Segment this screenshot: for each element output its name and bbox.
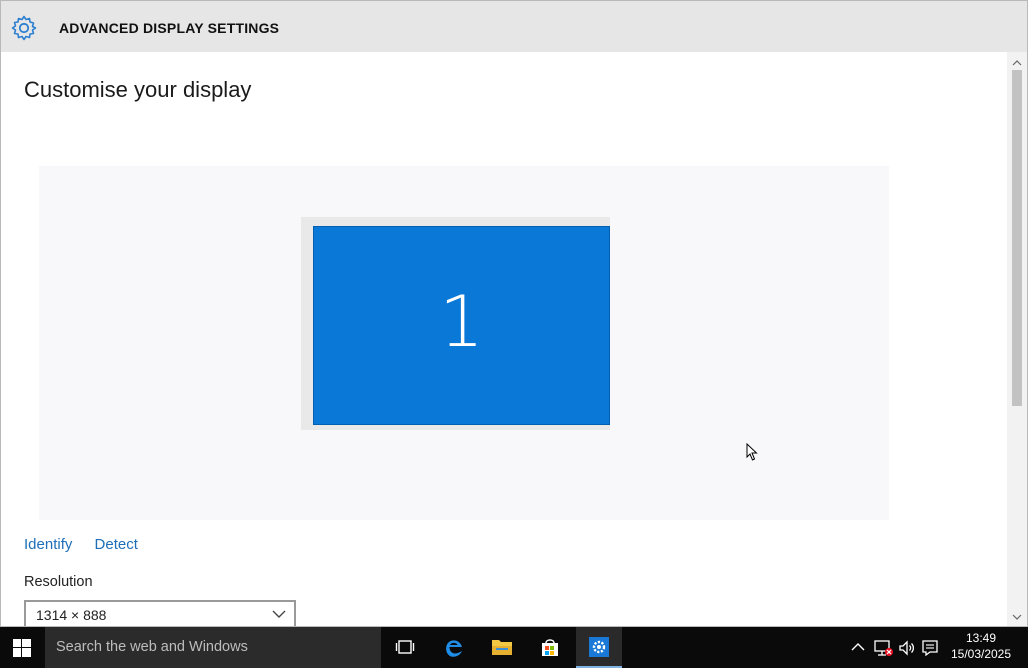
resolution-label: Resolution (24, 574, 93, 590)
file-explorer-icon (492, 640, 512, 655)
scroll-down-icon[interactable] (1012, 612, 1022, 622)
windows-logo-icon (13, 639, 31, 657)
clock-date: 15/03/2025 (950, 647, 1012, 661)
resolution-value: 1314 × 888 (36, 607, 107, 623)
settings-taskbar-button[interactable] (576, 627, 622, 668)
store-icon (542, 639, 558, 656)
task-view-button[interactable] (382, 627, 428, 668)
file-explorer-button[interactable] (478, 627, 524, 668)
identify-link[interactable]: Identify (24, 536, 72, 553)
monitor-number: 1 (439, 281, 484, 363)
taskbar: Search the web and Windows 13:49 15/03/2… (0, 627, 1028, 668)
edge-button[interactable] (430, 627, 476, 668)
gear-icon (11, 15, 37, 41)
settings-icon (589, 637, 609, 657)
clock-time: 13:49 (965, 631, 997, 645)
vertical-scrollbar[interactable] (1007, 52, 1027, 626)
search-placeholder: Search the web and Windows (56, 639, 248, 655)
display-settings-content: Customise your display 1 Identify Detect… (1, 52, 1007, 626)
detect-link[interactable]: Detect (95, 536, 138, 553)
start-button[interactable] (0, 627, 44, 668)
settings-window: ADVANCED DISPLAY SETTINGS Customise your… (0, 0, 1028, 627)
scroll-up-icon[interactable] (1012, 58, 1022, 68)
display-arrangement-area: 1 (39, 166, 889, 520)
title-bar: ADVANCED DISPLAY SETTINGS (1, 1, 1027, 52)
taskbar-search-box[interactable]: Search the web and Windows (45, 627, 381, 668)
chevron-up-icon[interactable] (851, 641, 865, 653)
task-view-icon (395, 640, 415, 654)
edge-icon (446, 640, 462, 657)
display-actions: Identify Detect (24, 536, 156, 553)
monitor-1-tile[interactable]: 1 (313, 226, 610, 425)
taskbar-clock[interactable]: 13:49 15/03/2025 (944, 630, 1018, 662)
window-title: ADVANCED DISPLAY SETTINGS (59, 20, 280, 36)
network-icon[interactable] (874, 639, 894, 657)
page-title: Customise your display (24, 77, 252, 102)
chevron-down-icon (272, 610, 286, 618)
store-button[interactable] (527, 627, 573, 668)
mouse-pointer-icon (746, 443, 758, 461)
volume-icon[interactable] (898, 639, 916, 657)
scrollbar-thumb[interactable] (1012, 70, 1022, 406)
resolution-dropdown[interactable]: 1314 × 888 (24, 600, 296, 626)
notifications-icon[interactable] (921, 639, 939, 657)
